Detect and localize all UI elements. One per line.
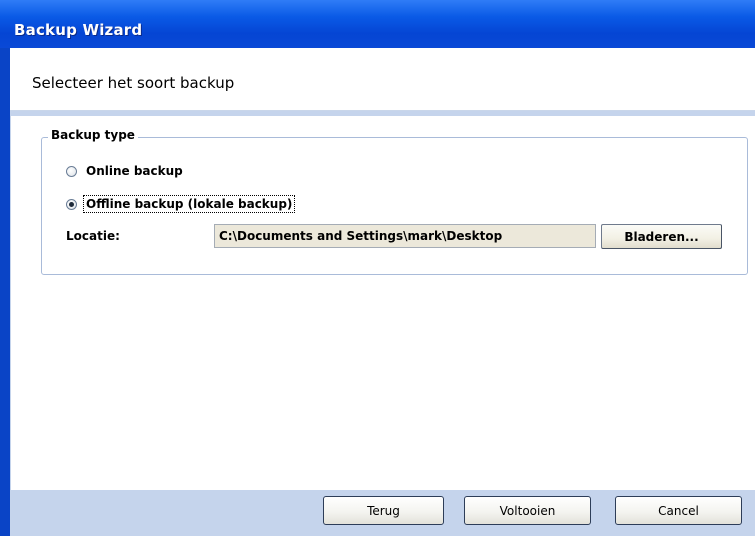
backup-type-group: Backup type Online backup Offline backup… — [41, 128, 748, 275]
radio-offline-backup-label[interactable]: Offline backup (lokale backup) — [82, 195, 296, 213]
radio-offline-backup[interactable]: Offline backup (lokale backup) — [66, 195, 296, 213]
wizard-footer: Terug Voltooien Cancel — [10, 490, 755, 536]
cancel-button[interactable]: Cancel — [615, 496, 742, 525]
radio-offline-backup-circle[interactable] — [66, 198, 77, 210]
title-bar[interactable]: Backup Wizard — [0, 0, 755, 48]
radio-online-backup[interactable]: Online backup — [66, 162, 185, 180]
browse-button[interactable]: Bladeren... — [601, 224, 722, 249]
wizard-client-area: Selecteer het soort backup Backup type O… — [10, 48, 755, 536]
radio-online-backup-label[interactable]: Online backup — [84, 163, 185, 179]
finish-button[interactable]: Voltooien — [464, 496, 591, 525]
radio-online-backup-circle[interactable] — [66, 165, 77, 177]
location-path-field[interactable]: C:\Documents and Settings\mark\Desktop — [214, 224, 596, 248]
location-label: Locatie: — [66, 229, 120, 243]
backup-type-legend: Backup type — [48, 128, 138, 142]
backup-wizard-window: Backup Wizard Selecteer het soort backup… — [0, 0, 755, 536]
window-title: Backup Wizard — [14, 21, 143, 39]
back-button[interactable]: Terug — [323, 496, 444, 525]
wizard-header: Selecteer het soort backup — [10, 48, 755, 111]
wizard-content: Backup type Online backup Offline backup… — [10, 116, 755, 490]
page-title: Selecteer het soort backup — [32, 74, 235, 92]
